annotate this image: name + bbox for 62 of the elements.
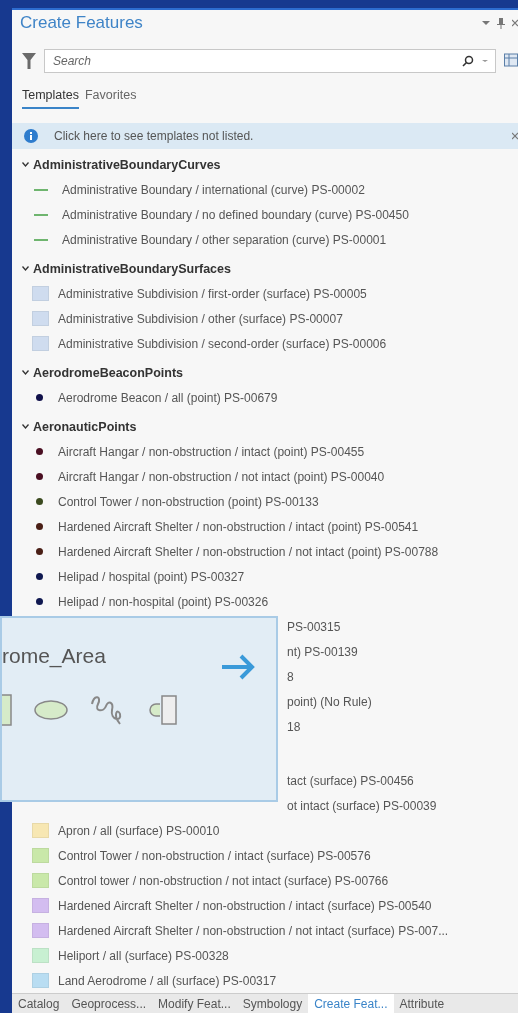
template-label[interactable]: Administrative Boundary / other separation (curve) PS-00001 [62,232,387,247]
expand-icon[interactable] [22,266,29,272]
dropdown-icon[interactable] [482,58,488,63]
expand-icon[interactable] [22,162,29,168]
tab[interactable]: Templates [22,87,79,109]
search-field[interactable]: Search [44,48,496,73]
template-label[interactable]: Administrative Subdivision / other (surface) PS-00007 [58,311,343,326]
group-name: AdministrativeBoundaryCurves [33,157,221,172]
table-icon[interactable] [504,52,518,69]
filter-icon[interactable] [22,52,36,69]
close-icon[interactable] [512,18,518,28]
template-label[interactable]: Hardened Aircraft Shelter / non-obstruction / intact (surface) PS-00540 [58,898,432,913]
search-icon[interactable] [462,54,474,67]
info-banner[interactable]: Click here to see templates not listed. [12,122,518,150]
panel-title: Create Features [20,13,143,34]
group-name: AeronauticPoints [33,419,137,434]
template-label[interactable]: Aircraft Hangar / non-obstruction / intact (point) PS-00455 [58,444,365,459]
template-label[interactable]: Administrative Boundary / international (curve) PS-00002 [62,182,365,197]
template-label[interactable]: PS-00315 [287,619,341,634]
template-label[interactable]: 8 [287,669,294,684]
pin-icon[interactable] [497,17,505,29]
group-name: AerodromeBeaconPoints [33,365,184,380]
dock-tab[interactable]: Attribute [393,994,451,1013]
info-icon [24,128,38,143]
popup-title: rome_Area [2,644,106,669]
template-label[interactable]: Hardened Aircraft Shelter / non-obstruction / not intact (point) PS-00788 [58,544,439,559]
trace-tool-icon[interactable] [146,694,178,727]
expand-icon[interactable] [22,424,29,430]
arrow-icon[interactable] [220,654,256,681]
template-label[interactable]: Control Tower / non-obstruction / intact (surface) PS-00576 [58,848,371,863]
template-label[interactable]: Hardened Aircraft Shelter / non-obstruction / not intact (surface) PS-007... [58,923,449,938]
template-label[interactable]: Administrative Subdivision / second-order (surface) PS-00006 [58,336,387,351]
group-name: AdministrativeBoundarySurfaces [33,261,231,276]
caret-icon[interactable] [482,20,490,27]
template-label[interactable]: Control tower / non-obstruction / not intact (surface) PS-00766 [58,873,389,888]
template-label[interactable]: Helipad / hospital (point) PS-00327 [58,569,245,584]
expand-icon[interactable] [22,370,29,376]
template-label[interactable]: tact (surface) PS-00456 [287,773,414,788]
template-label[interactable]: ot intact (surface) PS-00039 [287,798,437,813]
template-label[interactable]: Heliport / all (surface) PS-00328 [58,948,229,963]
template-label[interactable]: Administrative Boundary / no defined boundary (curve) PS-00450 [62,207,409,222]
template-label[interactable]: nt) PS-00139 [287,644,358,659]
dock-tab[interactable]: Geoprocess... [65,994,153,1013]
banner-text[interactable]: Click here to see templates not listed. [54,128,254,143]
dock-tab[interactable]: Catalog [12,994,66,1013]
template-label[interactable]: Aircraft Hangar / non-obstruction / not intact (point) PS-00040 [58,469,385,484]
template-label[interactable]: Control Tower / non-obstruction (point) PS-00133 [58,494,319,509]
template-label[interactable]: Helipad / non-hospital (point) PS-00326 [58,594,269,609]
dock-tab[interactable]: Modify Feat... [152,994,237,1013]
ellipse-tool-icon[interactable] [34,700,68,721]
template-label[interactable]: point) (No Rule) [287,694,372,709]
template-label[interactable]: 18 [287,719,301,734]
template-label[interactable]: Land Aerodrome / all (surface) PS-00317 [58,973,277,988]
template-label[interactable]: Hardened Aircraft Shelter / non-obstruction / intact (point) PS-00541 [58,519,419,534]
close-icon[interactable] [512,131,518,140]
template-label[interactable]: Apron / all (surface) PS-00010 [58,823,220,838]
tab[interactable]: Favorites [85,87,137,109]
dock-tab[interactable]: Symbology [236,994,309,1013]
freehand-tool-icon[interactable] [90,694,124,727]
dock-tab[interactable]: Create Feat... [308,994,394,1013]
template-label[interactable]: Administrative Subdivision / first-order (surface) PS-00005 [58,286,367,301]
template-label[interactable]: Aerodrome Beacon / all (point) PS-00679 [58,390,278,405]
